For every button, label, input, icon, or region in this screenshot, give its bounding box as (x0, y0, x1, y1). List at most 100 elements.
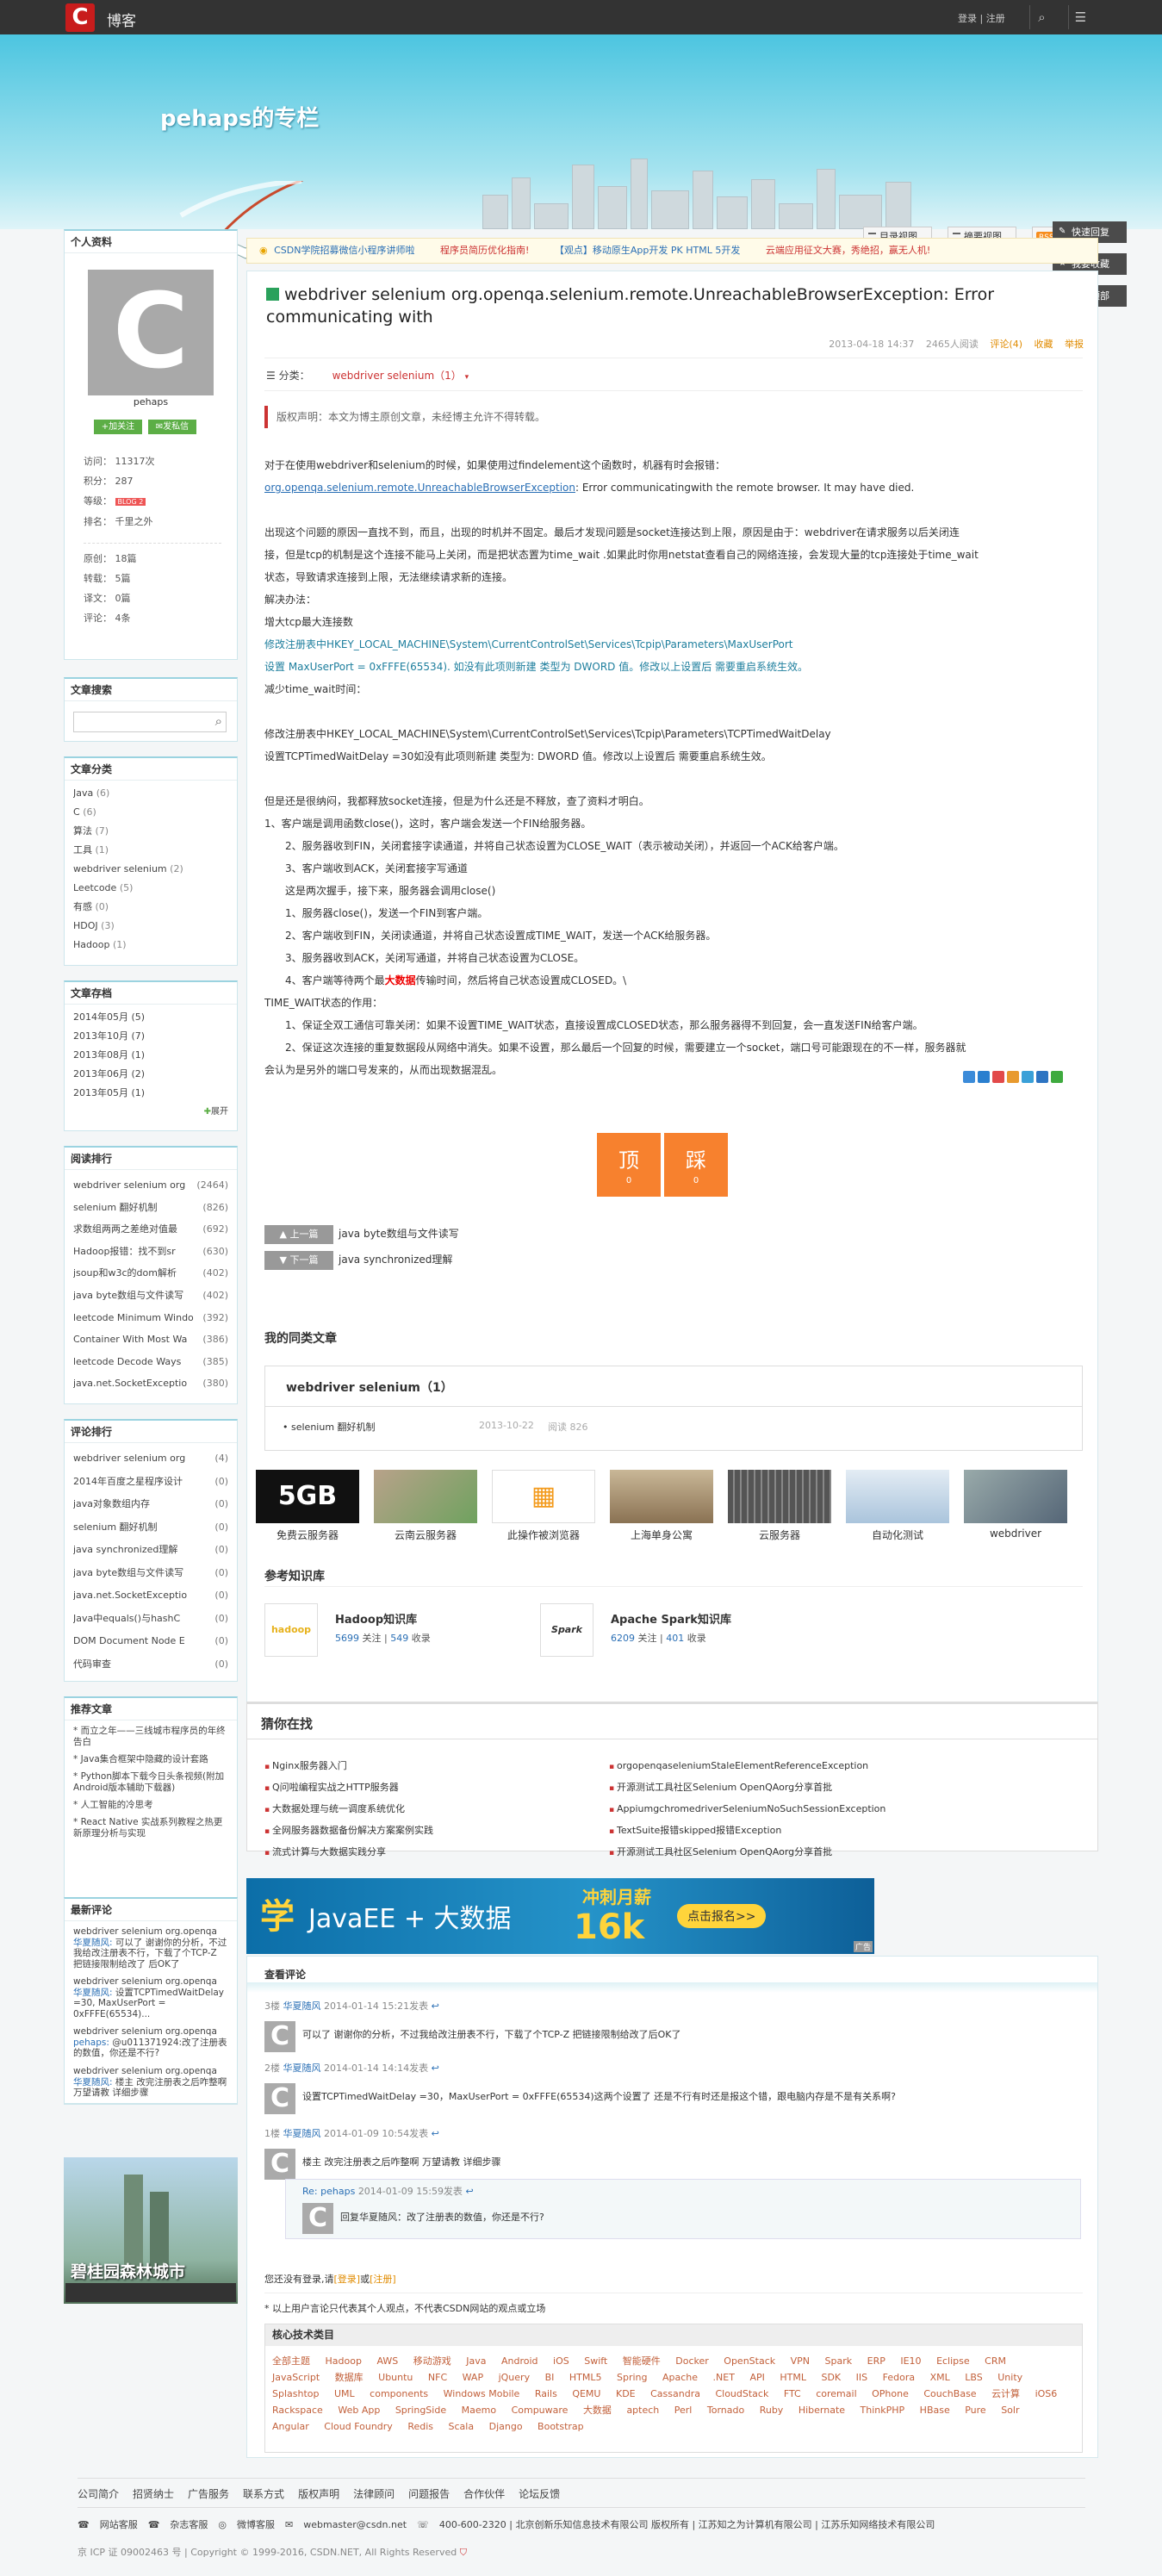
tech-tag[interactable]: SpringSide (395, 2405, 446, 2416)
tech-tag[interactable]: 大数据 (583, 2405, 612, 2416)
tech-tag[interactable]: Splashtop (272, 2388, 320, 2399)
tech-tag[interactable]: Cloud Foundry (324, 2421, 393, 2432)
tech-tag[interactable]: NFC (428, 2372, 447, 2383)
tech-tag[interactable]: OPhone (872, 2388, 909, 2399)
tech-tag[interactable]: UML (334, 2388, 355, 2399)
avatar[interactable]: C (88, 270, 214, 395)
tech-tag[interactable]: KDE (616, 2388, 636, 2399)
knowledge-item[interactable]: hadoop Hadoop知识库 5699 关注 | 549 收录 (264, 1603, 523, 1658)
thumb-ad[interactable]: webdriver (964, 1470, 1067, 1540)
news-link[interactable]: 程序员简历优化指南! (440, 245, 529, 256)
top-comment-item[interactable]: (0) selenium 翻好机制 (73, 1516, 228, 1540)
thumb-ad[interactable]: 云服务器 (728, 1470, 831, 1541)
chevron-down-icon[interactable]: ▾ (465, 373, 469, 382)
tech-tag[interactable]: BI (545, 2372, 555, 2383)
thumb-ad[interactable]: 上海单身公寓 (610, 1470, 713, 1541)
register-link[interactable]: [注册] (370, 2274, 396, 2285)
tech-tag[interactable]: Pure (965, 2405, 985, 2416)
tech-tag[interactable]: Ruby (760, 2405, 784, 2416)
category-item[interactable]: HDOJ (3) (73, 917, 228, 936)
baidu-icon[interactable] (1036, 1071, 1048, 1083)
footer-link[interactable]: 法律顾问 (353, 2488, 395, 2500)
top-comment-item[interactable]: (0) Java中equals()与hashC (73, 1608, 228, 1631)
tech-tag[interactable]: 数据库 (335, 2372, 364, 2383)
contact-link[interactable]: 杂志客服 (170, 2519, 208, 2530)
top-comment-item[interactable]: (0) java synchronized理解 (73, 1539, 228, 1562)
prev-post[interactable]: ▲ 上一篇 java byte数组与文件读写 (264, 1224, 459, 1244)
tech-tag[interactable]: iOS (553, 2355, 569, 2367)
next-post[interactable]: ▼ 下一篇 java synchronized理解 (264, 1250, 452, 1270)
footer-link[interactable]: 招贤纳士 (133, 2488, 174, 2500)
category-item[interactable]: C (6) (73, 803, 228, 822)
news-link[interactable]: CSDN学院招募微信小程序讲师啦 (274, 245, 414, 256)
tech-tag[interactable]: Cassandra (650, 2388, 700, 2399)
tech-tag[interactable]: Solr (1001, 2405, 1019, 2416)
tech-tag[interactable]: Ubuntu (378, 2372, 413, 2383)
related-item[interactable]: • selenium 翻好机制 (283, 1420, 376, 1434)
tech-tag[interactable]: JavaScript (272, 2372, 320, 2383)
tech-tag[interactable]: Rackspace (272, 2405, 323, 2416)
guess-link[interactable]: orgopenqaseleniumStaleElementReferenceEx… (609, 1756, 885, 1777)
thumb-ad[interactable]: ▦ 此操作被浏览器 (492, 1470, 595, 1541)
thumb-ad[interactable]: 5GB 免费云服务器 (256, 1470, 359, 1541)
tech-tag[interactable]: Django (489, 2421, 523, 2432)
next-post-link[interactable]: java synchronized理解 (339, 1254, 452, 1266)
tech-tag[interactable]: Perl (674, 2405, 693, 2416)
tech-tag[interactable]: Fedora (883, 2372, 915, 2383)
footer-link[interactable]: 问题报告 (408, 2488, 450, 2500)
archive-item[interactable]: 2013年10月 (7) (73, 1027, 228, 1046)
follow-button[interactable]: +加关注 (94, 420, 142, 434)
tech-tag[interactable]: Unity (997, 2372, 1022, 2383)
footer-link[interactable]: 合作伙伴 (463, 2488, 505, 2500)
tech-tag[interactable]: XML (930, 2372, 950, 2383)
blog-title[interactable]: pehaps的专栏 (160, 101, 319, 133)
news-link[interactable]: 【观点】移动原生App开发 PK HTML 5开发 (555, 245, 740, 256)
tech-tag[interactable]: Apache (662, 2372, 698, 2383)
guess-link[interactable]: AppiumgchromedriverSeleniumNoSuchSession… (609, 1799, 885, 1820)
tech-tag[interactable]: API (749, 2372, 764, 2383)
guess-link[interactable]: 全网服务器数据备份解决方案案例实践 (264, 1820, 433, 1842)
reply-author[interactable]: pehaps (320, 2186, 355, 2197)
category-item[interactable]: 有感 (0) (73, 898, 228, 917)
comment-author[interactable]: 华夏随风 (283, 2000, 321, 2012)
tech-tag[interactable]: 移动游戏 (413, 2355, 451, 2367)
footer-link[interactable]: 论坛反馈 (519, 2488, 560, 2500)
guess-link[interactable]: TextSuite报错skipped报错Exception (609, 1820, 885, 1842)
footer-link[interactable]: 广告服务 (188, 2488, 229, 2500)
tech-tag[interactable]: .NET (713, 2372, 735, 2383)
category-tag[interactable]: webdriver selenium（1） (332, 370, 462, 382)
login-register-links[interactable]: 登录 | 注册 (958, 11, 1005, 25)
guess-link[interactable]: 大数据处理与统一调度系统优化 (264, 1799, 433, 1820)
prev-post-link[interactable]: java byte数组与文件读写 (339, 1228, 459, 1240)
top-comment-item[interactable]: (0) java对象数组内存 (73, 1493, 228, 1516)
tech-tag[interactable]: Java (466, 2355, 486, 2367)
archive-item[interactable]: 2013年06月 (2) (73, 1065, 228, 1084)
tech-tag[interactable]: SDK (821, 2372, 841, 2383)
top-read-item[interactable]: (402) java byte数组与文件读写 (73, 1285, 228, 1307)
recommend-item[interactable]: * Java集合框架中隐藏的设计套路 (73, 1754, 228, 1765)
tech-tag[interactable]: Bootstrap (538, 2421, 584, 2432)
reply-icon[interactable]: ↩ (432, 2128, 439, 2139)
blog-channel-label[interactable]: 博客 (107, 9, 136, 30)
tech-tag[interactable]: Spring (617, 2372, 648, 2383)
guess-link[interactable]: Nginx服务器入门 (264, 1756, 433, 1777)
tech-tag[interactable]: VPN (791, 2355, 810, 2367)
tech-tag[interactable]: iOS6 (1035, 2388, 1058, 2399)
archive-item[interactable]: 2013年05月 (1) (73, 1084, 228, 1103)
recent-comment[interactable]: webdriver selenium org.openqa 华夏随风: 可以了 谢… (73, 1926, 228, 1975)
tech-tag[interactable]: QEMU (572, 2388, 600, 2399)
footer-link[interactable]: 版权声明 (298, 2488, 339, 2500)
contact-link[interactable]: webmaster@csdn.net (303, 2519, 407, 2530)
favorite-link[interactable]: 收藏 (1035, 339, 1053, 350)
tech-tag[interactable]: HTML (780, 2372, 806, 2383)
banner-ad[interactable]: 学 JavaEE + 大数据 冲刺月薪 16k 点击报名>> 广告 (246, 1878, 874, 1954)
top-comment-item[interactable]: (0) 2014年百度之星程序设计 (73, 1471, 228, 1494)
top-read-item[interactable]: (386) Container With Most Wa (73, 1328, 228, 1351)
tech-tag[interactable]: 云计算 (991, 2388, 1020, 2399)
thumb-ad[interactable]: 云南云服务器 (374, 1470, 477, 1541)
ad-button[interactable]: 点击报名>> (677, 1904, 767, 1928)
top-read-item[interactable]: (385) leetcode Decode Ways (73, 1351, 228, 1373)
recommend-item[interactable]: * 人工智能的冷思考 (73, 1800, 228, 1811)
top-read-item[interactable]: (380) java.net.SocketExceptio (73, 1372, 228, 1395)
tech-tag[interactable]: Docker (675, 2355, 709, 2367)
